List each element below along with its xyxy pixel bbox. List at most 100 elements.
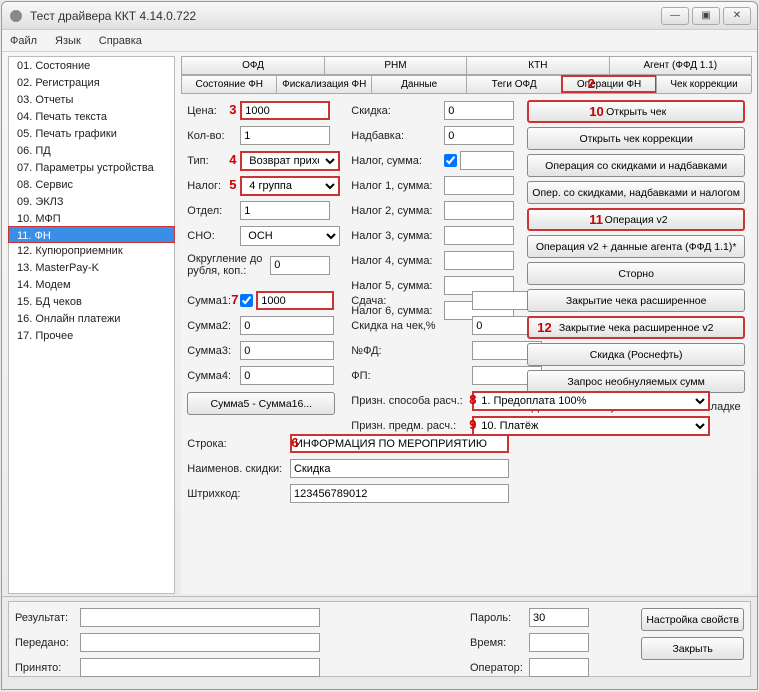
callout-11: 11 bbox=[589, 212, 603, 227]
rosneft-discount-button[interactable]: Скидка (Роснефть) bbox=[527, 343, 745, 366]
op-v2-agent-button[interactable]: Операция v2 + данные агента (ФФД 1.1)* bbox=[527, 235, 745, 258]
t1-input[interactable] bbox=[444, 176, 514, 195]
sums-more-button[interactable]: Сумма5 - Сумма16... bbox=[187, 392, 335, 415]
menu-help[interactable]: Справка bbox=[99, 35, 142, 47]
sidebar-item-10[interactable]: 11. ФН bbox=[8, 226, 175, 243]
op-discounts-button[interactable]: Операция со скидками и надбавками bbox=[527, 154, 745, 177]
type-select[interactable]: Возврат приход bbox=[240, 151, 340, 171]
tab-row1-0[interactable]: ОФД bbox=[181, 56, 324, 74]
s3-input[interactable] bbox=[240, 341, 334, 360]
psr-label: Призн. способа расч.: bbox=[351, 395, 469, 407]
s2-input[interactable] bbox=[240, 316, 334, 335]
s1-check[interactable] bbox=[240, 294, 253, 307]
round-label-2: рубля, коп.: bbox=[187, 265, 267, 277]
qty-input[interactable] bbox=[240, 126, 330, 145]
close-app-button[interactable]: Закрыть bbox=[641, 637, 744, 660]
round-input[interactable] bbox=[270, 256, 330, 275]
nfd-label: №ФД: bbox=[351, 345, 469, 357]
sno-select[interactable]: ОСН bbox=[240, 226, 340, 246]
t3-label: Налог 3, сумма: bbox=[351, 230, 441, 242]
sidebar-item-2[interactable]: 03. Отчеты bbox=[9, 91, 174, 108]
callout-5: 5 bbox=[229, 177, 236, 192]
barcode-input[interactable] bbox=[290, 484, 509, 503]
titlebar: Тест драйвера ККТ 4.14.0.722 — ▣ ✕ bbox=[2, 2, 757, 30]
sidebar-item-13[interactable]: 14. Модем bbox=[9, 276, 174, 293]
sidebar-item-15[interactable]: 16. Онлайн платежи bbox=[9, 310, 174, 327]
tab-row2-2[interactable]: Данные bbox=[371, 75, 467, 93]
maximize-button[interactable]: ▣ bbox=[692, 7, 720, 25]
menu-file[interactable]: Файл bbox=[10, 35, 37, 47]
props-button[interactable]: Настройка свойств bbox=[641, 608, 744, 631]
sidebar-item-1[interactable]: 02. Регистрация bbox=[9, 74, 174, 91]
op-disc-tax-button[interactable]: Опер. со скидками, надбавками и налогом bbox=[527, 181, 745, 204]
sidebar-item-7[interactable]: 08. Сервис bbox=[9, 176, 174, 193]
psr-select[interactable]: 1. Предоплата 100% bbox=[472, 391, 710, 411]
fp-label: ФП: bbox=[351, 370, 469, 382]
s1-input[interactable] bbox=[256, 291, 334, 310]
tab-row2-4[interactable]: Операции ФН bbox=[561, 75, 657, 93]
main-panel: ОФДРНМКТНАгент (ФФД 1.1) Состояние ФНФис… bbox=[181, 56, 751, 594]
tab-row2-1[interactable]: Фискализация ФН bbox=[276, 75, 372, 93]
s2-label: Сумма2: bbox=[187, 320, 237, 332]
stroka-label: Строка: bbox=[187, 438, 287, 450]
sidebar-item-4[interactable]: 05. Печать графики bbox=[9, 125, 174, 142]
taxsum-check[interactable] bbox=[444, 154, 457, 167]
tab-row1-2[interactable]: КТН bbox=[466, 56, 609, 74]
time-input bbox=[529, 633, 589, 652]
storno-button[interactable]: Сторно bbox=[527, 262, 745, 285]
taxsum-input[interactable] bbox=[460, 151, 514, 170]
taxgroup-select[interactable]: 4 группа bbox=[240, 176, 340, 196]
close-check-ext-v2-button[interactable]: Закрытие чека расширенное v2 bbox=[527, 316, 745, 339]
taxsum-label: Налог, сумма: bbox=[351, 155, 441, 167]
oper-input[interactable] bbox=[529, 658, 589, 677]
sidebar-item-9[interactable]: 10. МФП bbox=[9, 210, 174, 227]
surc-input[interactable] bbox=[444, 126, 514, 145]
sidebar-item-8[interactable]: 09. ЭКЛЗ bbox=[9, 193, 174, 210]
t1-label: Налог 1, сумма: bbox=[351, 180, 441, 192]
menu-lang[interactable]: Язык bbox=[55, 35, 81, 47]
s4-label: Сумма4: bbox=[187, 370, 237, 382]
close-button[interactable]: ✕ bbox=[723, 7, 751, 25]
sno-label: СНО: bbox=[187, 230, 237, 242]
tab-row2-0[interactable]: Состояние ФН bbox=[181, 75, 277, 93]
tab-row1-1[interactable]: РНМ bbox=[324, 56, 467, 74]
sidebar-item-6[interactable]: 07. Параметры устройства bbox=[9, 159, 174, 176]
ppr-select[interactable]: 10. Платёж bbox=[472, 416, 710, 436]
price-input[interactable] bbox=[240, 101, 330, 120]
sidebar-item-16[interactable]: 17. Прочее bbox=[9, 327, 174, 344]
dept-input[interactable] bbox=[240, 201, 330, 220]
close-check-ext-button[interactable]: Закрытие чека расширенное bbox=[527, 289, 745, 312]
pwd-input[interactable] bbox=[529, 608, 589, 627]
recv-input bbox=[80, 658, 320, 677]
tab-row2-3[interactable]: Теги ОФД bbox=[466, 75, 562, 93]
naimen-input[interactable] bbox=[290, 459, 509, 478]
t2-input[interactable] bbox=[444, 201, 514, 220]
minimize-button[interactable]: — bbox=[661, 7, 689, 25]
oper-label: Оператор: bbox=[470, 662, 526, 674]
t3-input[interactable] bbox=[444, 226, 514, 245]
op-v2-button[interactable]: Операция v2 bbox=[527, 208, 745, 231]
disc-label: Скидка: bbox=[351, 105, 441, 117]
sidebar-item-0[interactable]: 01. Состояние bbox=[9, 57, 174, 74]
sidebar-item-14[interactable]: 15. БД чеков bbox=[9, 293, 174, 310]
s4-input[interactable] bbox=[240, 366, 334, 385]
stroka-input[interactable] bbox=[290, 434, 509, 453]
sidebar-item-12[interactable]: 13. MasterPay-K bbox=[9, 259, 174, 276]
t4-input[interactable] bbox=[444, 251, 514, 270]
open-correction-button[interactable]: Открыть чек коррекции bbox=[527, 127, 745, 150]
s3-label: Сумма3: bbox=[187, 345, 237, 357]
sidebar-item-3[interactable]: 04. Печать текста bbox=[9, 108, 174, 125]
sidebar-item-5[interactable]: 06. ПД bbox=[9, 142, 174, 159]
tab-row1-3[interactable]: Агент (ФФД 1.1) bbox=[609, 56, 752, 74]
callout-3: 3 bbox=[229, 102, 236, 117]
tab-row2-5[interactable]: Чек коррекции bbox=[656, 75, 752, 93]
callout-7: 7 bbox=[231, 292, 238, 307]
open-check-button[interactable]: Открыть чек bbox=[527, 100, 745, 123]
col-sums: Сумма1: 7 Сумма2: Сумма3: Сумма4: Сумма5… bbox=[187, 290, 345, 436]
time-label: Время: bbox=[470, 637, 526, 649]
barcode-label: Штрихкод: bbox=[187, 488, 287, 500]
disc-input[interactable] bbox=[444, 101, 514, 120]
sidebar-item-11[interactable]: 12. Купюроприемник bbox=[9, 242, 174, 259]
tabs-row-1: ОФДРНМКТНАгент (ФФД 1.1) bbox=[181, 56, 751, 75]
app-window: Тест драйвера ККТ 4.14.0.722 — ▣ ✕ Файл … bbox=[1, 1, 758, 690]
